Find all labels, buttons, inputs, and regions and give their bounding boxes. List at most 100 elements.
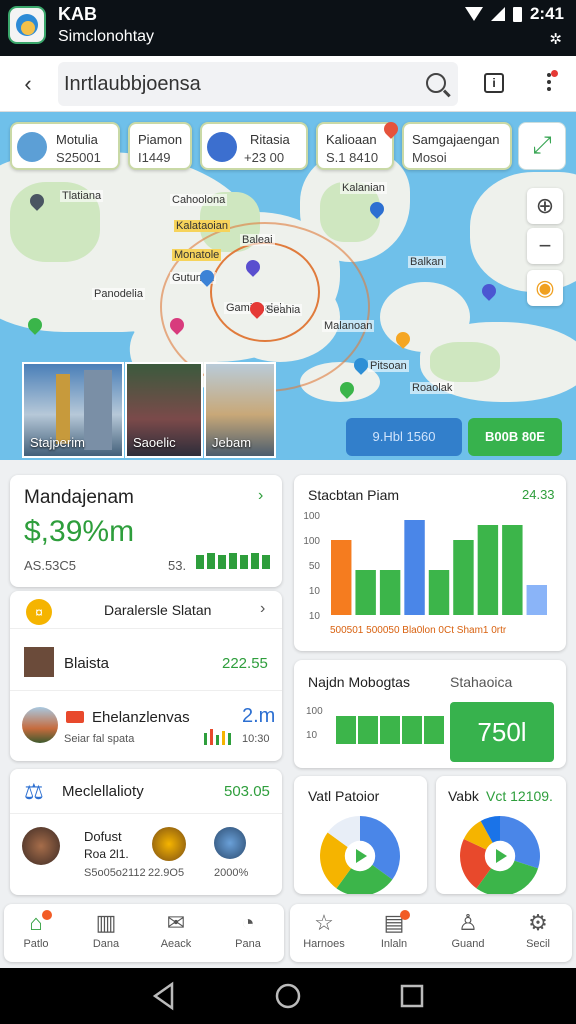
inbox-icon: ▤	[383, 910, 405, 935]
reliability-value: 503.05	[224, 783, 270, 800]
vibrate-icon: ✲	[549, 31, 562, 48]
summary-sub-left: AS.53C5	[24, 558, 77, 573]
y-tick-label: 100	[306, 706, 323, 717]
bar	[453, 540, 474, 615]
search-icon[interactable]	[426, 73, 446, 93]
reliability-card: ⚖ Meclellalioty 503.05 Dofust Roa 2l1. S…	[10, 769, 282, 895]
star-icon: ☆	[314, 910, 334, 935]
pie-chart	[460, 816, 540, 894]
list-item[interactable]: Dofust Roa 2l1. S5o05o2112	[22, 825, 152, 885]
summary-title: Mandajenam	[24, 487, 134, 508]
location-chip-1[interactable]: Motulia S25001	[10, 122, 120, 170]
nav-inbox[interactable]: ▤ Inlaln	[364, 910, 424, 950]
back-triangle-icon	[152, 981, 174, 1011]
y-tick-label: 100	[303, 511, 320, 522]
scale-icon: ⚖	[24, 779, 44, 804]
nav-data[interactable]: ▥ Dana	[76, 910, 136, 950]
najdn-title: Najdn Mobogtas	[308, 674, 410, 690]
x-axis-labels: 500501 500050 Bla0lon 0Ct Sham1 0rtr	[330, 625, 507, 636]
list-item[interactable]: Ehelanzlenvas Seiar fal spata 2.m 10:30	[10, 693, 282, 757]
route-icon[interactable]: ⤢	[518, 122, 566, 170]
bottom-nav-left: ⌂ Patlo ▥ Dana ✉ Aeack ◔ Pana	[4, 904, 284, 962]
status-bar: KAB Simclonohtay 2:41 ✲	[0, 0, 576, 56]
chevron-right-icon[interactable]: ›	[258, 487, 263, 505]
nav-home[interactable]: ⌂ Patlo	[6, 910, 66, 950]
nav-settings[interactable]: ⚙ Secil	[508, 910, 568, 950]
bar	[402, 716, 422, 744]
list-item[interactable]: 2000%	[214, 825, 274, 885]
bar-chart-title: Stacbtan Piam	[308, 487, 400, 503]
location-chip-3[interactable]: Ritasia +23 00	[200, 122, 308, 170]
pie-card-1: Vatl Patoior	[294, 776, 427, 894]
recents-square-icon	[400, 984, 424, 1008]
bar-chart-card: Stacbtan Piam 24.33 100 100 50 10 10 500501 5…	[294, 475, 566, 651]
temple-icon	[22, 707, 58, 743]
pie2-value: Vct 12109.	[486, 788, 553, 804]
info-icon[interactable]: i	[484, 73, 504, 93]
building-icon	[24, 647, 54, 677]
summary-card[interactable]: Mandajenam › $,39%m AS.53C5 53.	[10, 475, 282, 587]
najdn-big-value[interactable]: 750l	[450, 702, 554, 762]
compass-icon[interactable]: ◉	[527, 270, 563, 306]
avatar	[207, 132, 237, 162]
map-stat-pill-green[interactable]: B00B 80E	[468, 418, 562, 456]
bar	[355, 570, 376, 615]
bar	[358, 716, 378, 744]
bar	[477, 525, 499, 615]
person-icon: ♙	[458, 910, 478, 935]
list-item[interactable]: 22.9O5	[148, 825, 212, 885]
app-title: KAB	[58, 4, 97, 24]
najdn-bar-chart: 100 10	[306, 706, 444, 744]
app-logo	[8, 6, 46, 44]
notification-badge	[400, 910, 410, 920]
avatar	[214, 827, 246, 859]
chevron-right-icon: ›	[260, 600, 266, 617]
y-tick-label: 50	[309, 561, 321, 572]
chat-icon: ◔	[241, 910, 255, 935]
nav-mail[interactable]: ✉ Aeack	[146, 910, 206, 950]
locate-icon[interactable]: ⊕	[527, 188, 563, 224]
pie2-title: Vabk	[448, 788, 479, 804]
najdn-card: Najdn Mobogtas Stahaoica 100 10 750l	[294, 660, 566, 768]
home-icon: ⌂	[29, 910, 43, 935]
pie-chart	[320, 816, 400, 894]
location-chip-4[interactable]: Kalioaan S.1 8410	[316, 122, 394, 170]
nav-chat[interactable]: ◔ Pana	[218, 910, 278, 950]
wifi-icon	[464, 7, 483, 21]
bar	[424, 716, 444, 744]
zoom-out-button[interactable]: −	[527, 228, 563, 264]
summary-amount: $,39%m	[24, 515, 135, 548]
bar	[502, 525, 523, 615]
app-subtitle: Simclonohtay	[58, 28, 155, 45]
photo-thumbnail[interactable]: Saoelic	[125, 362, 203, 458]
nav-profile[interactable]: ♙ Guand	[438, 910, 498, 950]
map-stat-pill[interactable]: 9.Hbl 1560	[346, 418, 462, 456]
photo-thumbnail[interactable]: Jebam	[204, 362, 276, 458]
back-button[interactable]: ‹	[12, 68, 44, 100]
top-bar: ‹ Inrtlaubbjoensa i	[0, 56, 576, 112]
search-input[interactable]: Inrtlaubbjoensa	[58, 62, 458, 106]
avatar	[152, 827, 186, 861]
map-pin[interactable]	[479, 281, 499, 301]
system-nav-bar	[0, 968, 576, 1024]
more-menu-button[interactable]	[542, 70, 558, 98]
list-item[interactable]: Blaista 222.55	[10, 635, 282, 691]
y-tick-label: 10	[309, 611, 321, 622]
avatar	[22, 827, 60, 865]
bar	[336, 716, 356, 744]
y-tick-label: 10	[309, 586, 321, 597]
tag-icon	[66, 711, 84, 723]
bar	[380, 716, 400, 744]
location-chip-5[interactable]: Samgajaengan Mosoi	[402, 122, 512, 170]
pie-card-2: Vabk Vct 12109.	[436, 776, 566, 894]
photo-thumbnail[interactable]: Stajperim	[22, 362, 124, 458]
summary-mini-bars	[196, 553, 270, 569]
bottom-nav-right: ☆ Harnoes ▤ Inlaln ♙ Guand ⚙ Secil	[290, 904, 572, 962]
notification-badge	[42, 910, 52, 920]
station-list-header[interactable]: ¤ Daralersle Slatan ›	[10, 591, 282, 629]
y-tick-label: 100	[303, 536, 320, 547]
nav-favorites[interactable]: ☆ Harnoes	[294, 910, 354, 950]
location-chip-2[interactable]: Piamon I1449	[128, 122, 192, 170]
mail-icon: ✉	[166, 910, 186, 935]
gear-icon: ⚙	[528, 910, 548, 935]
